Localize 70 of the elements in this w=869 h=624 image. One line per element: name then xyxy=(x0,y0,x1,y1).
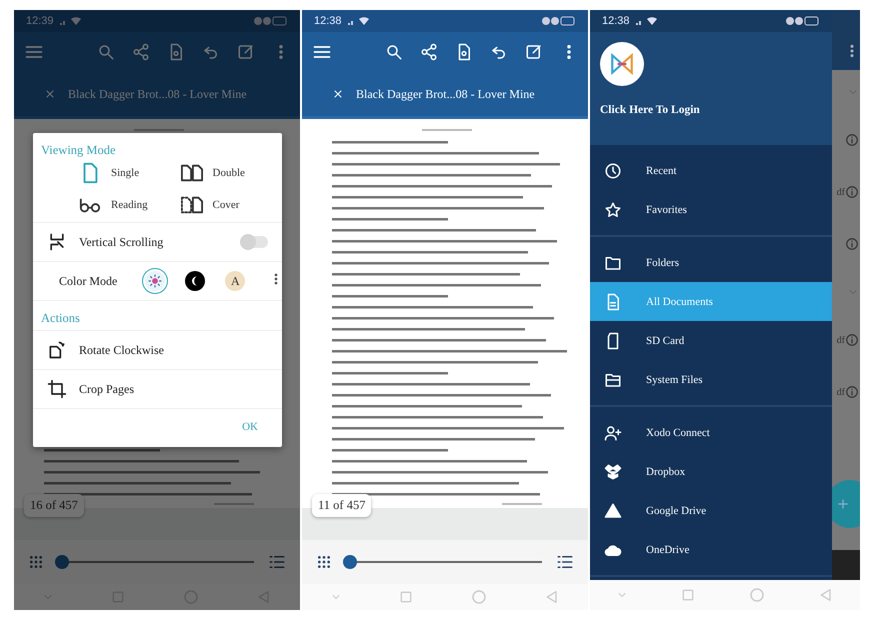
viewing-mode-option[interactable]: Reading xyxy=(79,194,180,216)
info-icon[interactable] xyxy=(845,385,859,399)
status-time: 12:38 xyxy=(602,15,630,27)
document-tab-title[interactable]: Black Dagger Brot...08 - Lover Mine xyxy=(356,86,535,102)
file-name-fragment: df xyxy=(836,186,845,198)
star-icon xyxy=(604,200,622,218)
person-add-icon xyxy=(604,424,622,442)
two-pages-icon xyxy=(180,162,202,184)
viewing-mode-option[interactable]: Double xyxy=(180,162,282,184)
status-icons xyxy=(786,16,820,26)
triangle-icon xyxy=(604,502,622,520)
box-icon xyxy=(604,462,622,480)
info-icon[interactable] xyxy=(845,237,859,251)
signal-wifi-icon xyxy=(634,16,657,26)
page-counter: 11 of 457 xyxy=(312,494,372,517)
rotate-page-icon xyxy=(47,340,67,360)
grid-icon[interactable] xyxy=(28,554,44,570)
status-time: 12:39 xyxy=(26,15,54,27)
close-icon[interactable] xyxy=(44,88,56,100)
info-icon[interactable] xyxy=(845,333,859,347)
section-title: Viewing Mode xyxy=(40,142,117,159)
section-title: Actions xyxy=(33,300,282,330)
list-icon[interactable] xyxy=(556,553,574,571)
color-mode-label: Color Mode xyxy=(59,274,118,288)
day-mode-button[interactable] xyxy=(145,271,166,291)
toggle-switch[interactable] xyxy=(242,236,268,248)
drawer-item[interactable]: Xodo Connect xyxy=(590,413,832,452)
action-item[interactable]: Crop Pages xyxy=(79,382,134,396)
vertical-scrolling-label: Vertical Scrolling xyxy=(79,234,164,250)
status-icons xyxy=(542,16,576,26)
sun-icon xyxy=(148,274,162,288)
drawer-item[interactable]: Favorites xyxy=(590,190,832,229)
drawer-item[interactable]: Recent xyxy=(590,151,832,190)
edit-icon[interactable] xyxy=(525,43,543,61)
drawer-item[interactable]: SD Card xyxy=(590,321,832,360)
status-time: 12:38 xyxy=(314,15,342,27)
list-icon[interactable] xyxy=(268,553,286,571)
share-icon[interactable] xyxy=(132,43,150,61)
signal-wifi-icon xyxy=(346,16,369,26)
info-icon[interactable] xyxy=(845,133,859,147)
viewing-mode-option[interactable]: Cover xyxy=(180,194,282,216)
sepia-mode-button[interactable]: A xyxy=(225,271,246,291)
search-icon[interactable] xyxy=(97,43,115,61)
slider-thumb[interactable] xyxy=(54,555,69,569)
file-name-fragment: df xyxy=(836,334,845,346)
action-item[interactable]: Rotate Clockwise xyxy=(79,342,164,358)
drawer-item[interactable]: Google Drive xyxy=(590,491,832,530)
status-icons xyxy=(254,16,288,26)
crop-icon xyxy=(47,379,67,399)
app-logo-icon[interactable] xyxy=(609,51,635,77)
viewing-mode-option[interactable]: Single xyxy=(79,162,180,184)
drawer-item[interactable]: Folders xyxy=(590,243,832,282)
signal-wifi-icon xyxy=(58,16,81,26)
search-icon[interactable] xyxy=(385,43,403,61)
drawer-item[interactable]: Dropbox xyxy=(590,452,832,491)
close-icon[interactable] xyxy=(332,88,344,100)
login-link[interactable]: Click Here To Login xyxy=(600,104,700,116)
share-icon[interactable] xyxy=(420,43,438,61)
grid-icon[interactable] xyxy=(316,554,332,570)
cover-pages-icon xyxy=(180,194,202,216)
plus-icon xyxy=(836,497,850,511)
night-mode-button[interactable] xyxy=(185,271,206,291)
drawer-item[interactable]: System Files xyxy=(590,360,832,399)
slider-thumb[interactable] xyxy=(342,555,357,569)
info-icon[interactable] xyxy=(845,185,859,199)
page-counter: 16 of 457 xyxy=(24,494,84,517)
clock-icon xyxy=(604,162,622,180)
file-name-fragment: df xyxy=(836,386,845,398)
edit-icon[interactable] xyxy=(237,43,255,61)
drawer-item[interactable]: OneDrive xyxy=(590,530,832,569)
